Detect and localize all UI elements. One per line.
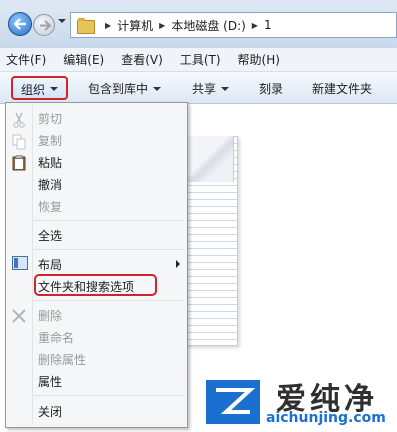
layout-icon xyxy=(12,256,28,273)
menu-help[interactable]: 帮助(H) xyxy=(238,51,280,68)
menu-edit[interactable]: 编辑(E) xyxy=(63,51,104,68)
menu-item-layout[interactable]: 布局 xyxy=(38,256,62,273)
watermark-logo xyxy=(206,380,260,424)
folder-icon xyxy=(77,18,95,34)
share-button[interactable]: 共享 xyxy=(192,80,230,97)
menu-view[interactable]: 查看(V) xyxy=(121,51,163,68)
organize-menu: 剪切 复制 粘贴 撤消 恢复 全选 布局 文件夹和搜索选项 删除 重命名 删除属… xyxy=(5,102,188,428)
share-label: 共享 xyxy=(192,82,217,96)
menu-item-close[interactable]: 关闭 xyxy=(38,403,62,420)
menu-item-paste[interactable]: 粘贴 xyxy=(38,154,62,171)
new-folder-label: 新建文件夹 xyxy=(312,82,373,96)
menu-file[interactable]: 文件(F) xyxy=(6,51,46,68)
breadcrumb-folder[interactable]: 1 xyxy=(264,18,272,32)
clipboard-icon xyxy=(12,155,26,174)
forward-arrow-icon xyxy=(40,20,51,31)
menu-separator xyxy=(34,395,184,396)
chevron-down-icon xyxy=(221,86,230,91)
delete-x-icon xyxy=(12,309,26,326)
burn-label: 刻录 xyxy=(259,82,284,96)
address-bar[interactable]: ▶ 计算机 ▶ 本地磁盘 (D:) ▶ 1 xyxy=(70,12,397,38)
recent-pages-dropdown[interactable] xyxy=(58,19,66,23)
menu-item-cut[interactable]: 剪切 xyxy=(38,110,62,127)
breadcrumb-separator-icon[interactable]: ▶ xyxy=(159,21,165,30)
menu-bar: 文件(F) 编辑(E) 查看(V) 工具(T) 帮助(H) xyxy=(0,48,397,72)
organize-label: 组织 xyxy=(21,83,46,97)
address-row: ▶ 计算机 ▶ 本地磁盘 (D:) ▶ 1 xyxy=(0,0,397,48)
menu-separator xyxy=(34,220,184,221)
menu-separator xyxy=(34,249,184,250)
watermark-url: aichunjing.com xyxy=(266,410,386,426)
menu-item-undo[interactable]: 撤消 xyxy=(38,176,62,193)
breadcrumb-drive[interactable]: 本地磁盘 (D:) xyxy=(171,17,245,34)
burn-button[interactable]: 刻录 xyxy=(259,80,283,97)
menu-item-folder-options[interactable]: 文件夹和搜索选项 xyxy=(38,278,134,295)
menu-item-remove-properties[interactable]: 删除属性 xyxy=(38,351,86,368)
menu-item-rename[interactable]: 重命名 xyxy=(38,329,74,346)
include-in-library-label: 包含到库中 xyxy=(88,82,149,96)
organize-button[interactable]: 组织 xyxy=(11,76,68,100)
chevron-down-icon xyxy=(153,86,162,91)
back-arrow-icon xyxy=(14,18,26,30)
menu-tools[interactable]: 工具(T) xyxy=(180,51,221,68)
menu-item-copy[interactable]: 复制 xyxy=(38,132,62,149)
breadcrumb-separator-icon[interactable]: ▶ xyxy=(252,21,258,30)
scissors-icon xyxy=(12,112,26,131)
copy-icon xyxy=(12,134,26,153)
include-in-library-button[interactable]: 包含到库中 xyxy=(88,80,162,97)
page-curl xyxy=(186,136,234,182)
forward-button[interactable] xyxy=(33,14,55,36)
chevron-down-icon xyxy=(50,87,58,91)
menu-item-select-all[interactable]: 全选 xyxy=(38,227,62,244)
menu-item-delete[interactable]: 删除 xyxy=(38,307,62,324)
breadcrumb-separator-icon[interactable]: ▶ xyxy=(105,21,111,30)
breadcrumb-computer[interactable]: 计算机 xyxy=(117,17,153,34)
menu-gutter xyxy=(32,105,33,425)
submenu-arrow-icon xyxy=(176,260,180,268)
menu-item-properties[interactable]: 属性 xyxy=(38,373,62,390)
menu-item-redo[interactable]: 恢复 xyxy=(38,198,62,215)
menu-separator xyxy=(34,300,184,301)
command-bar: 组织 包含到库中 共享 刻录 新建文件夹 xyxy=(0,72,397,104)
logo-icon xyxy=(216,388,256,414)
new-folder-button[interactable]: 新建文件夹 xyxy=(312,80,372,97)
back-button[interactable] xyxy=(8,12,32,36)
